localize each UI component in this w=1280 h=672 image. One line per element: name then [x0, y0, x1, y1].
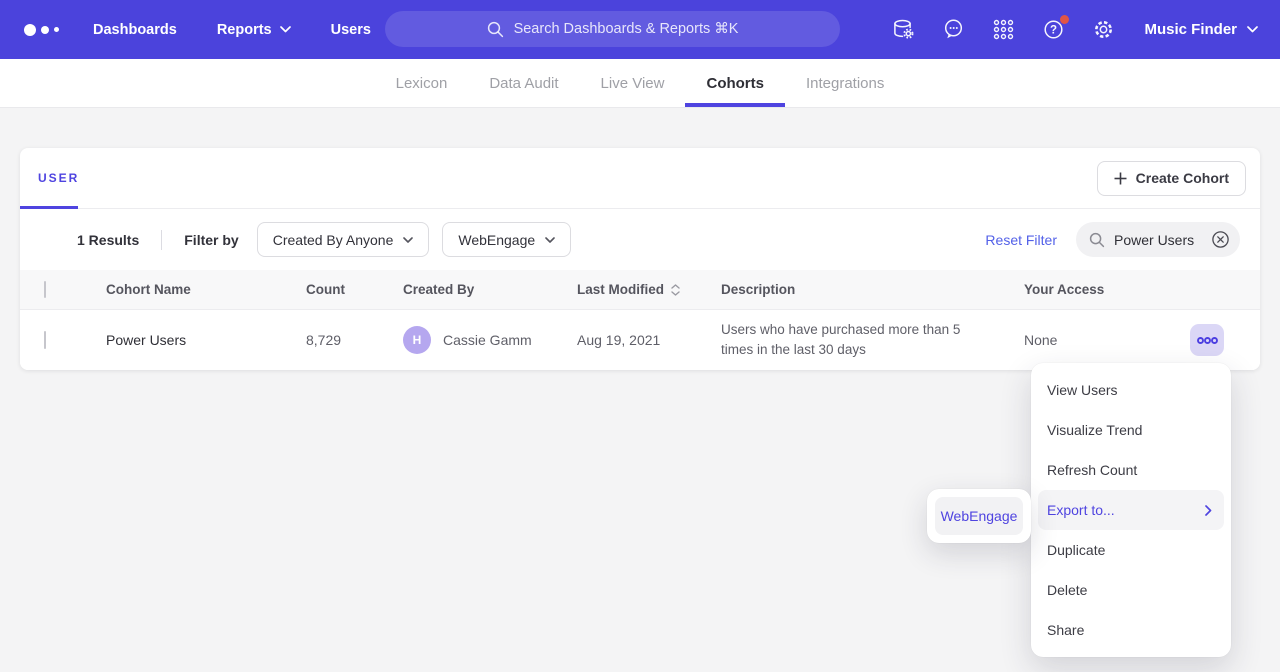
col-header-count[interactable]: Count: [306, 282, 403, 297]
cohort-search-input[interactable]: Power Users: [1076, 222, 1240, 257]
menu-item-duplicate[interactable]: Duplicate: [1031, 530, 1231, 570]
user-tab-underline: [20, 206, 78, 209]
tab-live-view[interactable]: Live View: [580, 59, 686, 107]
select-all-checkbox[interactable]: [44, 281, 46, 298]
global-search-placeholder: Search Dashboards & Reports ⌘K: [514, 21, 739, 37]
your-access-cell: None: [1024, 332, 1190, 348]
active-tab-underline: [685, 103, 785, 107]
cohorts-card: USER Create Cohort 1 Results Filter by C…: [20, 148, 1260, 370]
avatar: H: [403, 326, 431, 354]
col-header-last-modified-label: Last Modified: [577, 282, 664, 297]
chevron-down-icon: [403, 237, 413, 243]
menu-item-visualize-trend[interactable]: Visualize Trend: [1031, 410, 1231, 450]
primary-nav: Dashboards Reports Users: [93, 22, 371, 38]
menu-item-delete[interactable]: Delete: [1031, 570, 1231, 610]
export-connector-filter-value: WebEngage: [458, 232, 535, 248]
notification-badge: [1060, 15, 1069, 24]
svg-text:?: ?: [1050, 25, 1057, 37]
created-by-name: Cassie Gamm: [443, 332, 532, 348]
table-header-row: Cohort Name Count Created By Last Modifi…: [20, 270, 1260, 310]
search-icon: [487, 21, 504, 38]
col-header-last-modified[interactable]: Last Modified: [577, 282, 721, 297]
section-tabbar: Lexicon Data Audit Live View Cohorts Int…: [0, 59, 1280, 108]
cohort-name-cell[interactable]: Power Users: [106, 332, 306, 348]
settings-gear-icon[interactable]: [1090, 17, 1116, 43]
global-search-input[interactable]: Search Dashboards & Reports ⌘K: [385, 11, 840, 47]
export-connector-filter-dropdown[interactable]: WebEngage: [442, 222, 571, 257]
filter-bar-right: Reset Filter Power Users: [985, 222, 1240, 257]
mixpanel-logo[interactable]: [24, 24, 59, 36]
tab-integrations[interactable]: Integrations: [785, 59, 905, 107]
help-icon[interactable]: ?: [1040, 17, 1066, 43]
filter-bar: 1 Results Filter by Created By Anyone We…: [20, 209, 1260, 270]
row-actions-button[interactable]: [1190, 324, 1224, 356]
sort-icon[interactable]: [671, 284, 680, 296]
col-header-description[interactable]: Description: [721, 282, 1024, 297]
row-actions-menu: View Users Visualize Trend Refresh Count…: [1031, 363, 1231, 657]
messages-icon[interactable]: [940, 17, 966, 43]
filter-by-label: Filter by: [184, 232, 238, 248]
count-cell: 8,729: [306, 332, 403, 348]
clear-search-icon[interactable]: [1211, 230, 1230, 249]
nav-utilities: ? Music Finder: [890, 17, 1258, 43]
tab-user-cohorts[interactable]: USER: [38, 171, 79, 185]
cohort-search-value: Power Users: [1114, 232, 1202, 248]
col-header-your-access[interactable]: Your Access: [1024, 282, 1190, 297]
project-name: Music Finder: [1144, 21, 1237, 38]
cohorts-page: USER Create Cohort 1 Results Filter by C…: [0, 108, 1280, 370]
menu-item-share[interactable]: Share: [1031, 610, 1231, 650]
nav-item-users[interactable]: Users: [331, 22, 371, 38]
chevron-down-icon: [545, 237, 555, 243]
submenu-arrow-icon: [1205, 505, 1212, 516]
create-cohort-label: Create Cohort: [1136, 170, 1229, 186]
table-row[interactable]: Power Users 8,729 H Cassie Gamm Aug 19, …: [20, 310, 1260, 370]
row-checkbox[interactable]: [44, 331, 46, 349]
reset-filter-link[interactable]: Reset Filter: [985, 232, 1057, 248]
results-count: 1 Results: [77, 232, 139, 248]
created-by-filter-value: Created By Anyone: [273, 232, 394, 248]
data-management-icon[interactable]: [890, 17, 916, 43]
nav-item-dashboards[interactable]: Dashboards: [93, 22, 177, 38]
tab-lexicon[interactable]: Lexicon: [375, 59, 469, 107]
divider: [161, 230, 162, 250]
plus-icon: [1114, 172, 1127, 185]
card-header: USER Create Cohort: [20, 148, 1260, 209]
tab-cohorts-label: Cohorts: [706, 75, 764, 92]
created-by-filter-dropdown[interactable]: Created By Anyone: [257, 222, 430, 257]
search-icon: [1089, 232, 1105, 248]
last-modified-cell: Aug 19, 2021: [577, 332, 721, 348]
menu-item-refresh-count[interactable]: Refresh Count: [1031, 450, 1231, 490]
top-navbar: Dashboards Reports Users Search Dashboar…: [0, 0, 1280, 59]
tab-cohorts[interactable]: Cohorts: [685, 59, 785, 107]
created-by-cell: H Cassie Gamm: [403, 326, 577, 354]
nav-item-reports-label: Reports: [217, 22, 272, 38]
three-dots-icon: [1196, 336, 1219, 345]
submenu-item-webengage[interactable]: WebEngage: [935, 497, 1023, 535]
menu-item-view-users[interactable]: View Users: [1031, 370, 1231, 410]
menu-item-export-to[interactable]: Export to...: [1038, 490, 1224, 530]
chevron-down-icon: [280, 26, 291, 33]
menu-item-export-to-label: Export to...: [1047, 502, 1115, 518]
create-cohort-button[interactable]: Create Cohort: [1097, 161, 1246, 196]
export-submenu: WebEngage: [927, 489, 1031, 543]
project-selector[interactable]: Music Finder: [1144, 21, 1258, 38]
nav-item-reports[interactable]: Reports: [217, 22, 291, 38]
description-cell: Users who have purchased more than 5 tim…: [721, 320, 1024, 359]
tab-data-audit[interactable]: Data Audit: [468, 59, 579, 107]
apps-grid-icon[interactable]: [990, 17, 1016, 43]
col-header-created-by[interactable]: Created By: [403, 282, 577, 297]
col-header-cohort-name[interactable]: Cohort Name: [106, 282, 306, 297]
chevron-down-icon: [1247, 26, 1258, 33]
